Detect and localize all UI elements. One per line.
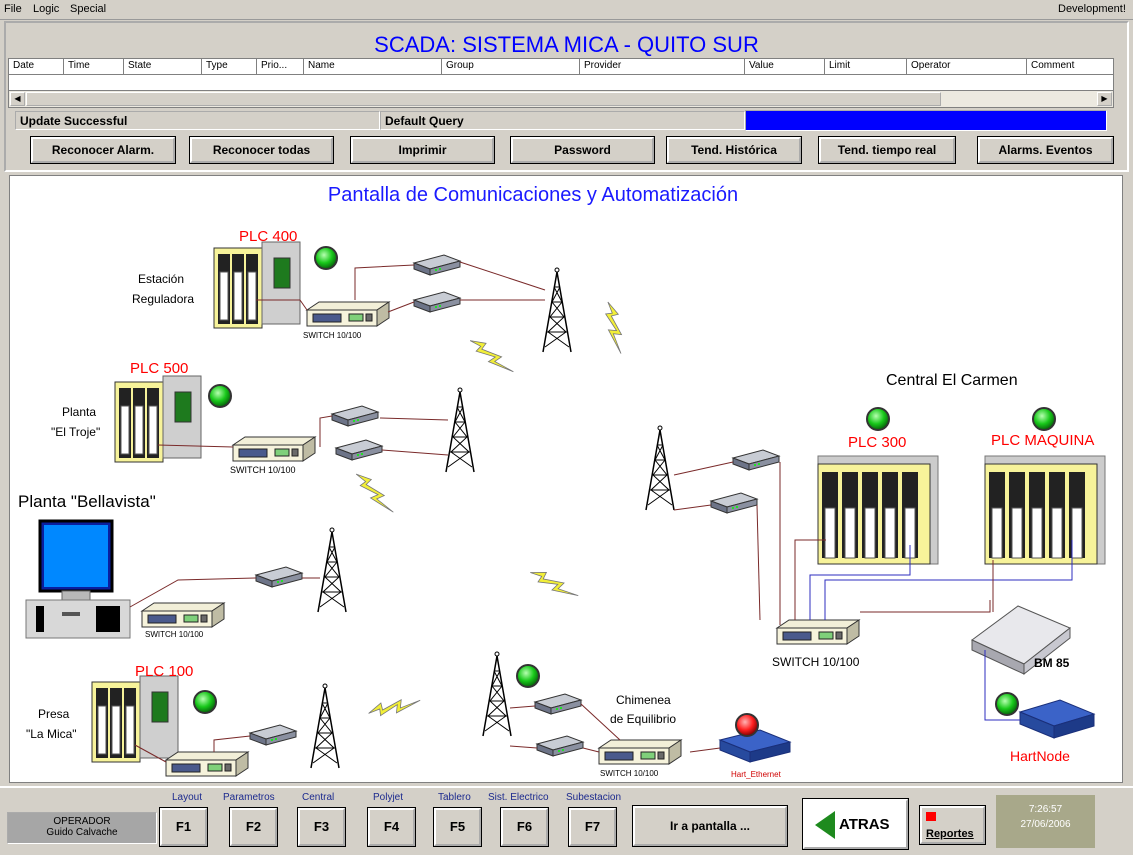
reports-button[interactable]: Reportes <box>919 805 986 845</box>
fkey-caption-1: Layout <box>172 792 203 803</box>
plc500-status-icon[interactable] <box>208 384 232 408</box>
plc-maquina-status-icon[interactable] <box>1032 407 1056 431</box>
reports-flag-icon <box>926 812 936 821</box>
switch-main-label: SWITCH 10/100 <box>772 655 860 669</box>
hart-ethernet-status-icon[interactable] <box>735 713 759 737</box>
estacion-label-1: Estación <box>138 272 185 286</box>
plc400-label[interactable]: PLC 400 <box>239 228 297 245</box>
back-button[interactable]: ATRAS <box>802 798 909 850</box>
f7-button[interactable]: F7 <box>568 807 617 847</box>
plc400-status-icon[interactable] <box>314 246 338 270</box>
f6-button[interactable]: F6 <box>500 807 549 847</box>
plc300-label[interactable]: PLC 300 <box>848 434 906 451</box>
plc-maquina-label[interactable]: PLC MAQUINA <box>991 432 1094 449</box>
network-diagram-svg <box>25 241 1106 777</box>
goto-screen-button[interactable]: Ir a pantalla ... <box>632 805 788 847</box>
f4-button[interactable]: F4 <box>367 807 416 847</box>
hartnode-label[interactable]: HartNode <box>1010 748 1070 764</box>
troje-label-1: Planta <box>62 405 97 419</box>
clock-time: 7:26:57 <box>1028 804 1063 815</box>
chimenea-label-2: de Equilibrio <box>610 712 677 726</box>
f2-button[interactable]: F2 <box>229 807 278 847</box>
plc500-label[interactable]: PLC 500 <box>130 360 188 377</box>
chimenea-status-icon[interactable] <box>516 664 540 688</box>
switch-b-label: SWITCH 10/100 <box>230 465 296 475</box>
plc100-label[interactable]: PLC 100 <box>135 663 193 680</box>
switch-a-label: SWITCH 10/100 <box>303 331 362 340</box>
back-label: ATRAS <box>839 816 890 833</box>
central-label[interactable]: Central El Carmen <box>886 372 1018 390</box>
troje-label-2: "El Troje" <box>51 425 101 439</box>
back-arrow-icon <box>815 811 835 839</box>
fkey-caption-4: Polyjet <box>373 792 404 803</box>
plc100-status-icon[interactable] <box>193 690 217 714</box>
fkey-caption-2: Parametros <box>223 792 275 803</box>
fkey-caption-3: Central <box>302 792 335 803</box>
f3-button[interactable]: F3 <box>297 807 346 847</box>
reports-label: Reportes <box>926 828 974 840</box>
presa-label-2: "La Mica" <box>26 727 77 741</box>
bellavista-label[interactable]: Planta "Bellavista" <box>18 492 156 512</box>
clock-date: 27/06/2006 <box>1020 819 1071 830</box>
operator-label: OPERADOR <box>53 816 111 827</box>
fkey-caption-5: Tablero <box>438 792 471 803</box>
operator-box: OPERADOR Guido Calvache <box>7 812 157 844</box>
presa-label-1: Presa <box>38 707 70 721</box>
operator-name: Guido Calvache <box>46 827 118 838</box>
estacion-label-2: Reguladora <box>132 292 195 306</box>
plc300-status-icon[interactable] <box>866 407 890 431</box>
fkey-caption-6: Sist. Electrico <box>488 792 549 803</box>
hart-ethernet-label[interactable]: Hart_Ethernet <box>731 770 781 779</box>
fkey-caption-7: Subestacion <box>566 792 622 803</box>
switch-d-label: SWITCH 10/100 <box>600 769 659 778</box>
chimenea-label-1: Chimenea <box>616 693 671 707</box>
bm85-label[interactable]: BM 85 <box>1034 656 1069 670</box>
switch-c-label: SWITCH 10/100 <box>145 630 204 639</box>
f1-button[interactable]: F1 <box>159 807 208 847</box>
clock-box: 7:26:57 27/06/2006 <box>996 795 1095 848</box>
hartnode-status-icon[interactable] <box>995 692 1019 716</box>
f5-button[interactable]: F5 <box>433 807 482 847</box>
